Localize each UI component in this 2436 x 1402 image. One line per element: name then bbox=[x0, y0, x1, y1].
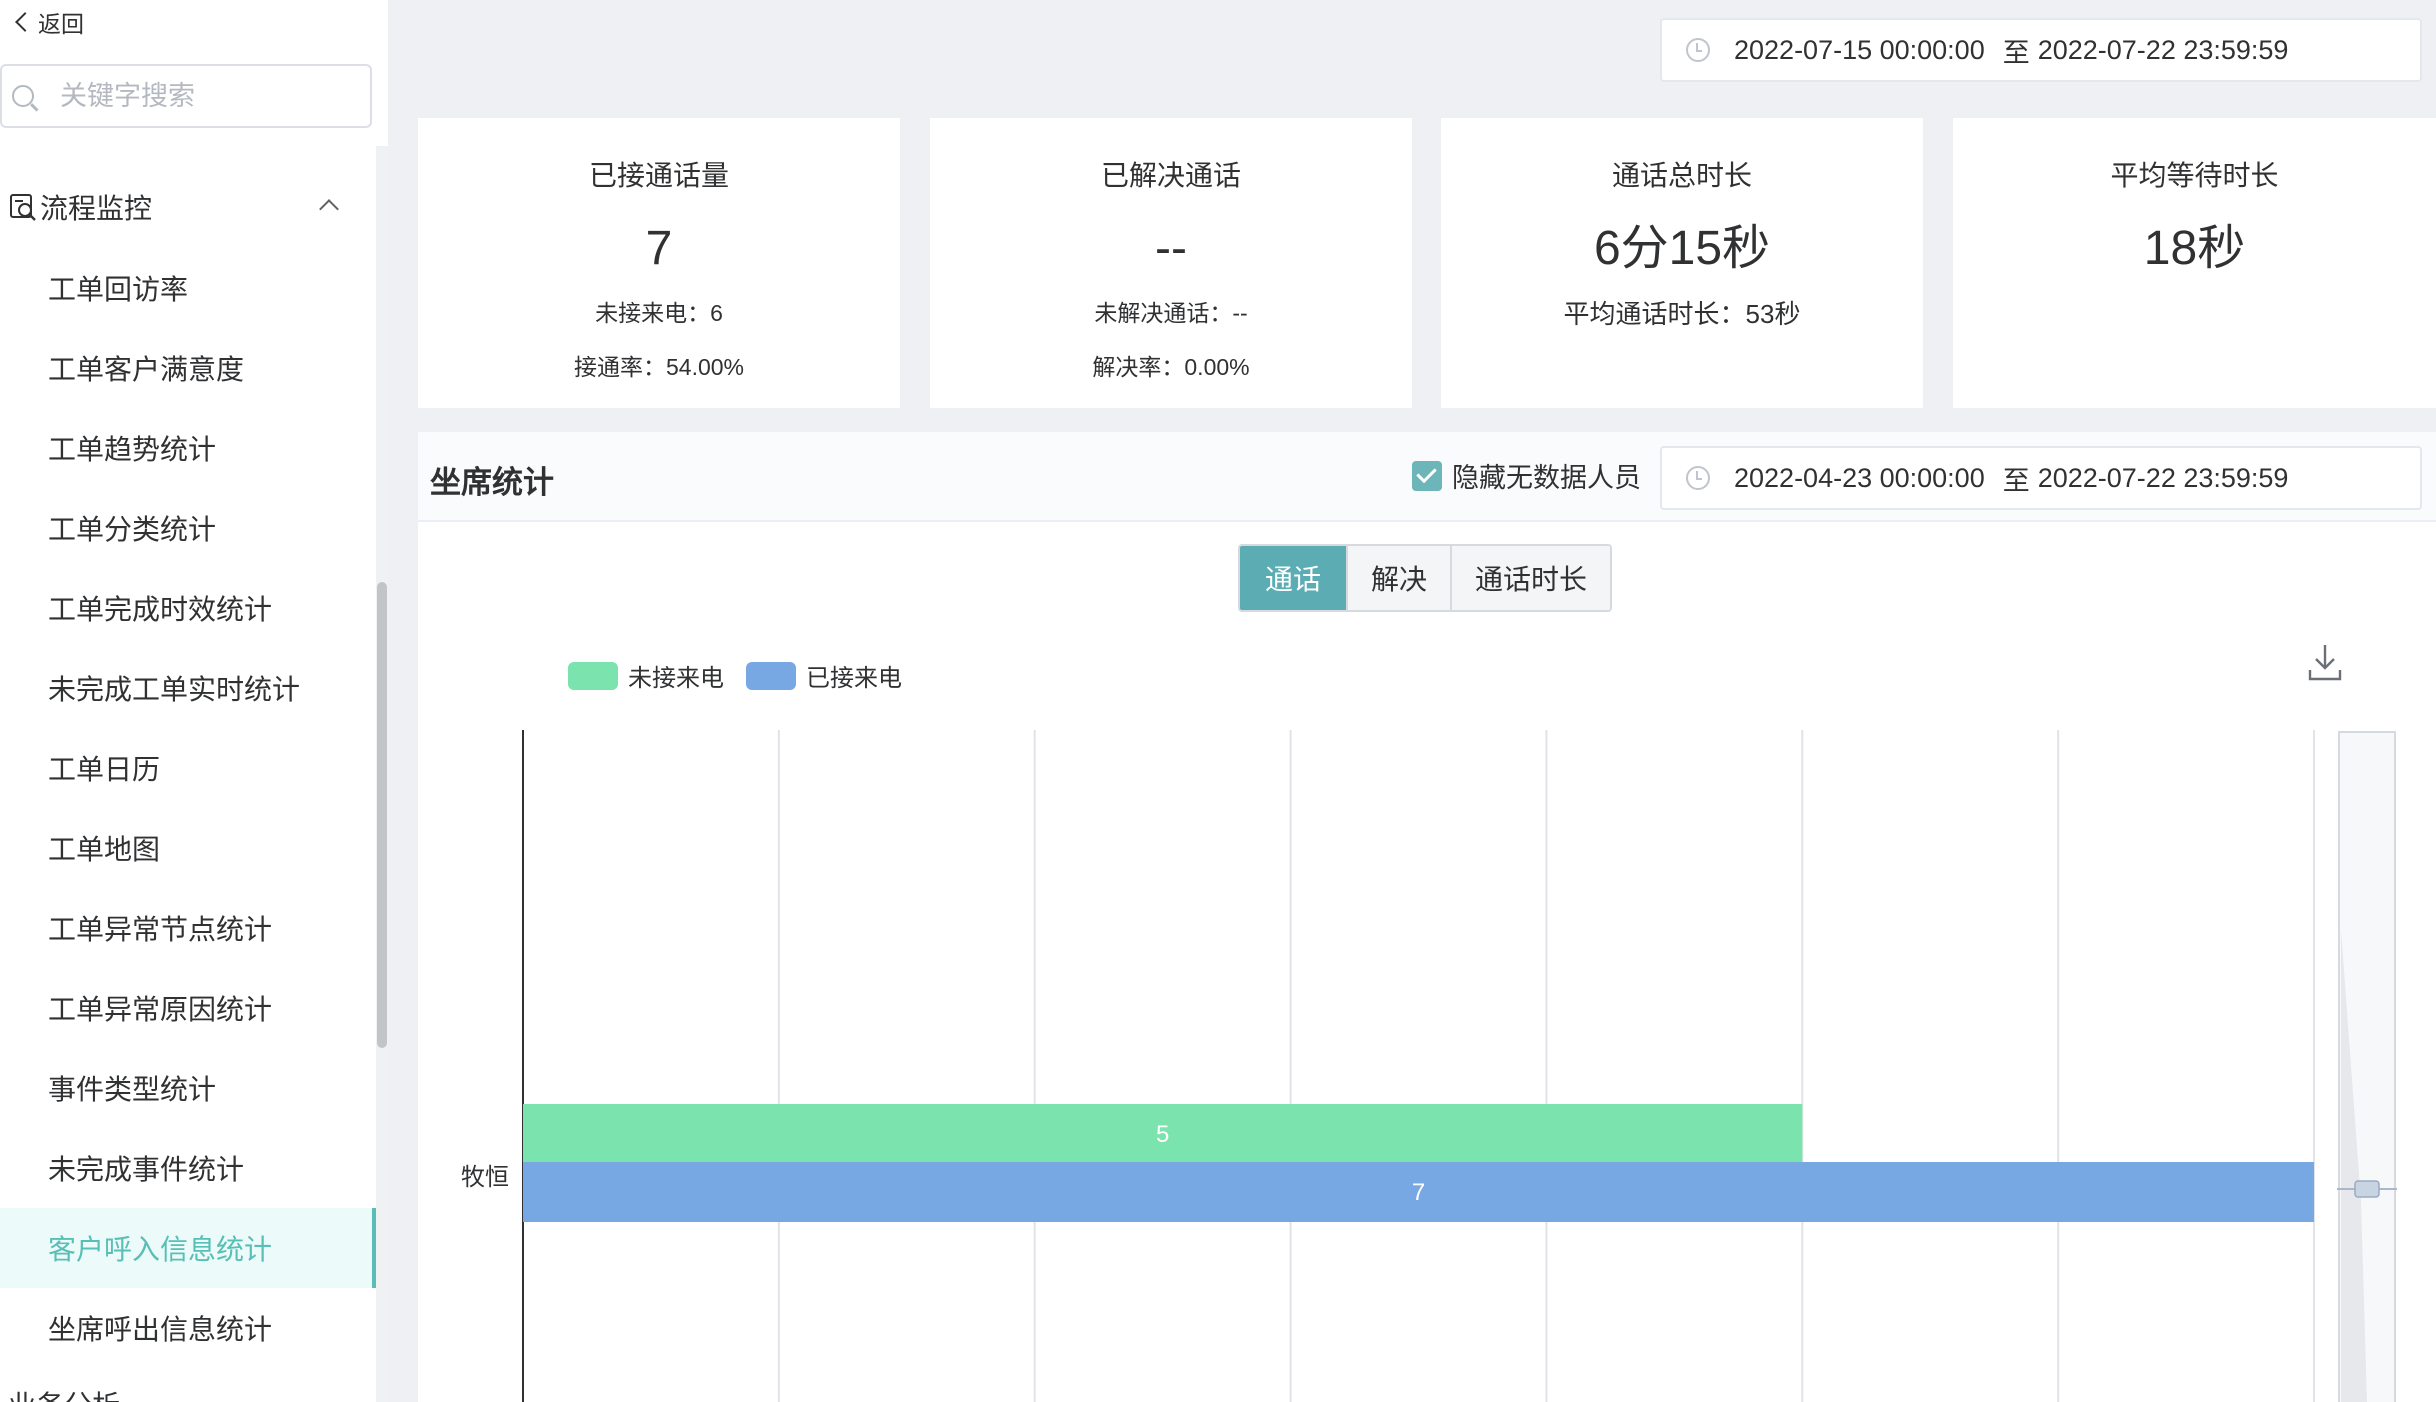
chevron-up-icon[interactable] bbox=[319, 199, 339, 219]
sidebar-item-label: 未完成工单实时统计 bbox=[48, 674, 301, 705]
category-label: 牧恒 bbox=[461, 1164, 509, 1191]
stat-card-average-wait: 平均等待时长 18秒 bbox=[1953, 118, 2436, 408]
back-link[interactable]: 返回 bbox=[10, 2, 84, 42]
legend-label: 已接来电 bbox=[806, 665, 902, 692]
agent-stats-title: 坐席统计 bbox=[430, 465, 554, 500]
search-icon bbox=[12, 85, 34, 107]
range-start: 2022-04-23 00:00:00 bbox=[1734, 462, 1985, 493]
sidebar-item[interactable]: 工单日历 bbox=[0, 728, 376, 808]
sidebar-item[interactable]: 未完成工单实时统计 bbox=[0, 648, 376, 728]
sidebar-item[interactable]: 工单异常原因统计 bbox=[0, 968, 376, 1048]
stat-sub-rate: 解决率：0.00% bbox=[1092, 354, 1250, 380]
range-end: 2022-07-22 23:59:59 bbox=[2037, 34, 2289, 65]
checkbox-checked-icon[interactable] bbox=[1412, 460, 1442, 491]
stat-value: 7 bbox=[645, 222, 673, 275]
sidebar-item[interactable]: 坐席呼出信息统计 bbox=[0, 1288, 376, 1368]
sidebar-item-label: 工单异常原因统计 bbox=[48, 994, 273, 1025]
sidebar-item-label: 坐席呼出信息统计 bbox=[48, 1314, 273, 1345]
sidebar-item-label: 工单异常节点统计 bbox=[48, 914, 273, 945]
sidebar-item-label: 未完成事件统计 bbox=[48, 1154, 245, 1185]
tab-call-duration[interactable]: 通话时长 bbox=[1450, 546, 1610, 610]
stat-title: 通话总时长 bbox=[1611, 160, 1752, 191]
clock-icon bbox=[1686, 466, 1710, 490]
agent-stats-header: 坐席统计 隐藏无数据人员 2022-04-23 00:00:00 至 2022-… bbox=[418, 432, 2436, 522]
stat-sub-rate: 接通率：54.00% bbox=[573, 354, 744, 380]
monitor-search-icon bbox=[10, 194, 36, 221]
stat-sub-missed: 未接来电：6 bbox=[595, 300, 723, 326]
sidebar-scrollbar[interactable] bbox=[377, 582, 387, 1048]
sidebar-item[interactable]: 工单异常节点统计 bbox=[0, 888, 376, 968]
stat-value: 6分15秒 bbox=[1593, 222, 1771, 275]
stat-card-total-duration: 通话总时长 6分15秒 平均通话时长：53秒 bbox=[1441, 118, 1923, 408]
sidebar-item[interactable]: 工单地图 bbox=[0, 808, 376, 888]
stat-card-answered-calls: 已接通话量 7 未接来电：6 接通率：54.00% bbox=[418, 118, 900, 408]
back-label: 返回 bbox=[38, 11, 84, 37]
stat-title: 已解决通话 bbox=[1100, 160, 1241, 191]
sidebar-item[interactable]: 未完成事件统计 bbox=[0, 1128, 376, 1208]
hide-empty-checkbox[interactable]: 隐藏无数据人员 bbox=[1412, 456, 1641, 495]
clock-icon bbox=[1686, 38, 1710, 62]
legend-swatch bbox=[568, 661, 618, 690]
stat-sub-unresolved: 未解决通话：-- bbox=[1094, 300, 1248, 326]
range-end: 2022-07-22 23:59:59 bbox=[2037, 462, 2289, 493]
menu-group-title: 流程监控 bbox=[40, 193, 153, 224]
sidebar-item-label: 工单趋势统计 bbox=[48, 434, 217, 465]
stat-sub-average: 平均通话时长：53秒 bbox=[1563, 299, 1801, 329]
sidebar-item-label: 工单日历 bbox=[48, 754, 161, 785]
stat-title: 已接通话量 bbox=[588, 160, 729, 191]
menu-group-business-analysis[interactable]: 业务分析 bbox=[8, 1384, 120, 1402]
metric-tab-group: 通话 解决 通话时长 bbox=[1238, 544, 1612, 612]
range-separator: 至 bbox=[2002, 465, 2030, 496]
sidebar-item-label: 工单分类统计 bbox=[48, 514, 217, 545]
legend-item-missed[interactable]: 未接来电 bbox=[568, 658, 724, 693]
top-date-range-picker[interactable]: 2022-07-15 00:00:00 至 2022-07-22 23:59:5… bbox=[1660, 18, 2422, 82]
menu-group-process-monitor[interactable]: 流程监控 bbox=[0, 176, 372, 238]
agent-stats-panel: 5 7 牧恒 坐席统计 隐藏无数据人员 2022-04-23 00:00:00 至 … bbox=[418, 432, 2436, 1402]
sidebar-item-label: 客户呼入信息统计 bbox=[48, 1234, 273, 1265]
legend-label: 未接来电 bbox=[628, 665, 724, 692]
sidebar-item-label: 工单回访率 bbox=[48, 274, 189, 305]
bar-value-label: 5 bbox=[1156, 1121, 1169, 1148]
stat-card-resolved-calls: 已解决通话 -- 未解决通话：-- 解决率：0.00% bbox=[930, 118, 1412, 408]
sidebar-item-label: 工单完成时效统计 bbox=[48, 594, 273, 625]
legend-swatch bbox=[746, 661, 796, 690]
download-icon[interactable] bbox=[2307, 642, 2343, 682]
search-input[interactable] bbox=[60, 80, 350, 112]
sidebar-item[interactable]: 事件类型统计 bbox=[0, 1048, 376, 1128]
sidebar-item[interactable]: 工单分类统计 bbox=[0, 488, 376, 568]
sidebar-item-label: 工单地图 bbox=[48, 834, 161, 865]
sidebar-item[interactable]: 工单趋势统计 bbox=[0, 408, 376, 488]
sidebar-item-label: 工单客户满意度 bbox=[48, 354, 245, 385]
chevron-left-icon bbox=[15, 12, 35, 32]
stat-value: -- bbox=[1155, 222, 1187, 275]
sidebar-item-label: 事件类型统计 bbox=[48, 1074, 217, 1105]
range-separator: 至 bbox=[2002, 37, 2030, 68]
menu-list: 工单回访率工单客户满意度 工单趋势统计 工单分类统计工单完成时效统计 未完成工单实时统… bbox=[0, 248, 376, 1368]
sidebar-item[interactable]: 工单完成时效统计 bbox=[0, 568, 376, 648]
agent-date-range-picker[interactable]: 2022-04-23 00:00:00 至 2022-07-22 23:59:5… bbox=[1660, 446, 2422, 510]
hide-empty-label: 隐藏无数据人员 bbox=[1452, 463, 1641, 493]
search-box bbox=[0, 64, 372, 128]
stat-value: 18秒 bbox=[2143, 222, 2246, 275]
sidebar-item[interactable]: 工单客户满意度 bbox=[0, 328, 376, 408]
sidebar: 返回 流程监控 工单回访率工单客户满意度工单趋势统计工单分类统计工单完成时效统计… bbox=[0, 0, 388, 1402]
range-start: 2022-07-15 00:00:00 bbox=[1734, 34, 1985, 65]
stat-title: 平均等待时长 bbox=[2110, 160, 2279, 191]
tab-calls[interactable]: 通话 bbox=[1240, 546, 1346, 610]
sidebar-item[interactable]: 工单回访率 bbox=[0, 248, 376, 328]
datazoom-handle[interactable] bbox=[2354, 1180, 2380, 1198]
tab-resolve[interactable]: 解决 bbox=[1346, 546, 1450, 610]
chart-legend: 未接来电 已接来电 bbox=[568, 658, 924, 693]
legend-item-answered[interactable]: 已接来电 bbox=[746, 658, 902, 693]
bar-value-label: 7 bbox=[1412, 1179, 1425, 1206]
sidebar-item[interactable]: 客户呼入信息统计 bbox=[0, 1208, 376, 1288]
